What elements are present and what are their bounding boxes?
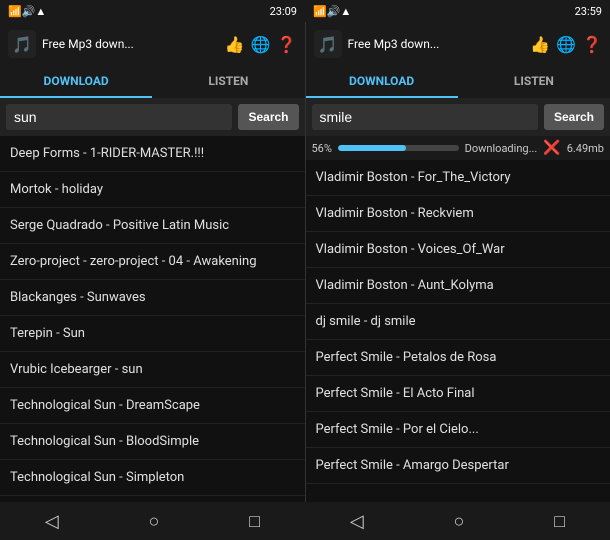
right-search-input[interactable] [312,104,538,130]
status-left-icons: 📶🔊▲ [8,5,46,18]
status-bar-right: 📶🔊▲ 23:59 [305,0,610,22]
left-tabs: DOWNLOAD LISTEN [0,66,305,98]
list-item[interactable]: Mortok - holiday [0,172,305,208]
cancel-download-button[interactable]: ❌ [543,140,560,156]
right-song-list: Vladimir Boston - For_The_VictoryVladimi… [306,160,610,502]
left-header-icons: 👍 🌐 ❓ [225,35,297,54]
list-item[interactable]: Serge Quadrado - Positive Latin Music [0,208,305,244]
list-item[interactable]: Technological Sun - DreamScape [0,388,305,424]
right-hand-icon: 👍 [530,35,550,54]
status-bars: 📶🔊▲ 23:09 📶🔊▲ 23:59 [0,0,610,22]
right-tabs: DOWNLOAD LISTEN [306,66,610,98]
right-search-bar: Search [306,98,610,136]
left-tab-listen[interactable]: LISTEN [152,66,304,98]
left-home-icon[interactable]: ○ [133,507,176,536]
list-item[interactable]: Technological Sun - Simpleton [0,460,305,496]
right-tab-download[interactable]: DOWNLOAD [306,66,458,98]
left-tab-download[interactable]: DOWNLOAD [0,66,152,98]
list-item[interactable]: dj smile - dj smile [306,304,610,340]
left-hand-icon: 👍 [225,35,245,54]
left-app-icon: 🎵 [8,30,36,58]
list-item[interactable]: Zero-project - zero-project - 04 - Awake… [0,244,305,280]
file-size: 6.49mb [567,142,604,155]
left-help-icon: ❓ [277,35,297,54]
right-header-icons: 👍 🌐 ❓ [530,35,602,54]
list-item[interactable]: Vrubic Icebearger - sun [0,352,305,388]
left-search-bar: Search [0,98,305,136]
list-item[interactable]: Perfect Smile - Amargo Despertar [306,448,610,484]
right-help-icon: ❓ [582,35,602,54]
progress-track [338,145,459,151]
left-song-list: Deep Forms - 1-RIDER-MASTER.!!!Mortok - … [0,136,305,502]
download-progress: 56% Downloading... ❌ 6.49mb [306,136,610,160]
right-app-title: Free Mp3 down... [348,37,525,51]
list-item[interactable]: Blackanges - Sunwaves [0,280,305,316]
list-item[interactable]: Vladimir Boston - Voices_Of_War [306,232,610,268]
left-search-input[interactable] [6,104,232,130]
nav-bars: ◁ ○ □ ◁ ○ □ [0,502,610,540]
right-tab-listen[interactable]: LISTEN [458,66,610,98]
left-nav-bar: ◁ ○ □ [0,502,305,540]
list-item[interactable]: Perfect Smile - Por el Cielo... [306,412,610,448]
right-search-button[interactable]: Search [544,104,604,130]
status-left-time: 23:09 [270,5,297,18]
left-app-header: 🎵 Free Mp3 down... 👍 🌐 ❓ [0,22,305,66]
status-right-time: 23:59 [575,5,602,18]
status-right-icons: 📶🔊▲ [313,5,351,18]
right-home-icon[interactable]: ○ [438,507,481,536]
status-bar-left: 📶🔊▲ 23:09 [0,0,305,22]
list-item[interactable]: Perfect Smile - Petalos de Rosa [306,340,610,376]
right-back-icon[interactable]: ◁ [334,507,380,536]
list-item[interactable]: Vladimir Boston - For_The_Victory [306,160,610,196]
list-item[interactable]: Vladimir Boston - Reckviem [306,196,610,232]
list-item[interactable]: Terepin - Sun [0,316,305,352]
list-item[interactable]: Vladimir Boston - Aunt_Kolyma [306,268,610,304]
left-recents-icon[interactable]: □ [233,507,276,536]
right-app-header: 🎵 Free Mp3 down... 👍 🌐 ❓ [306,22,610,66]
right-app-icon: 🎵 [314,30,342,58]
right-recents-icon[interactable]: □ [538,507,581,536]
download-percent: 56% [312,142,332,155]
left-globe-icon: 🌐 [251,35,271,54]
left-back-icon[interactable]: ◁ [29,507,75,536]
right-globe-icon: 🌐 [556,35,576,54]
left-panel: 🎵 Free Mp3 down... 👍 🌐 ❓ DOWNLOAD LISTEN… [0,22,306,502]
left-app-title: Free Mp3 down... [42,37,219,51]
left-search-button[interactable]: Search [238,104,298,130]
right-panel: 🎵 Free Mp3 down... 👍 🌐 ❓ DOWNLOAD LISTEN… [306,22,610,502]
list-item[interactable]: Perfect Smile - El Acto Final [306,376,610,412]
downloading-label: Downloading... [465,142,538,155]
list-item[interactable]: Technological Sun - BloodSimple [0,424,305,460]
right-nav-bar: ◁ ○ □ [305,502,610,540]
list-item[interactable]: Deep Forms - 1-RIDER-MASTER.!!! [0,136,305,172]
progress-fill [338,145,406,151]
